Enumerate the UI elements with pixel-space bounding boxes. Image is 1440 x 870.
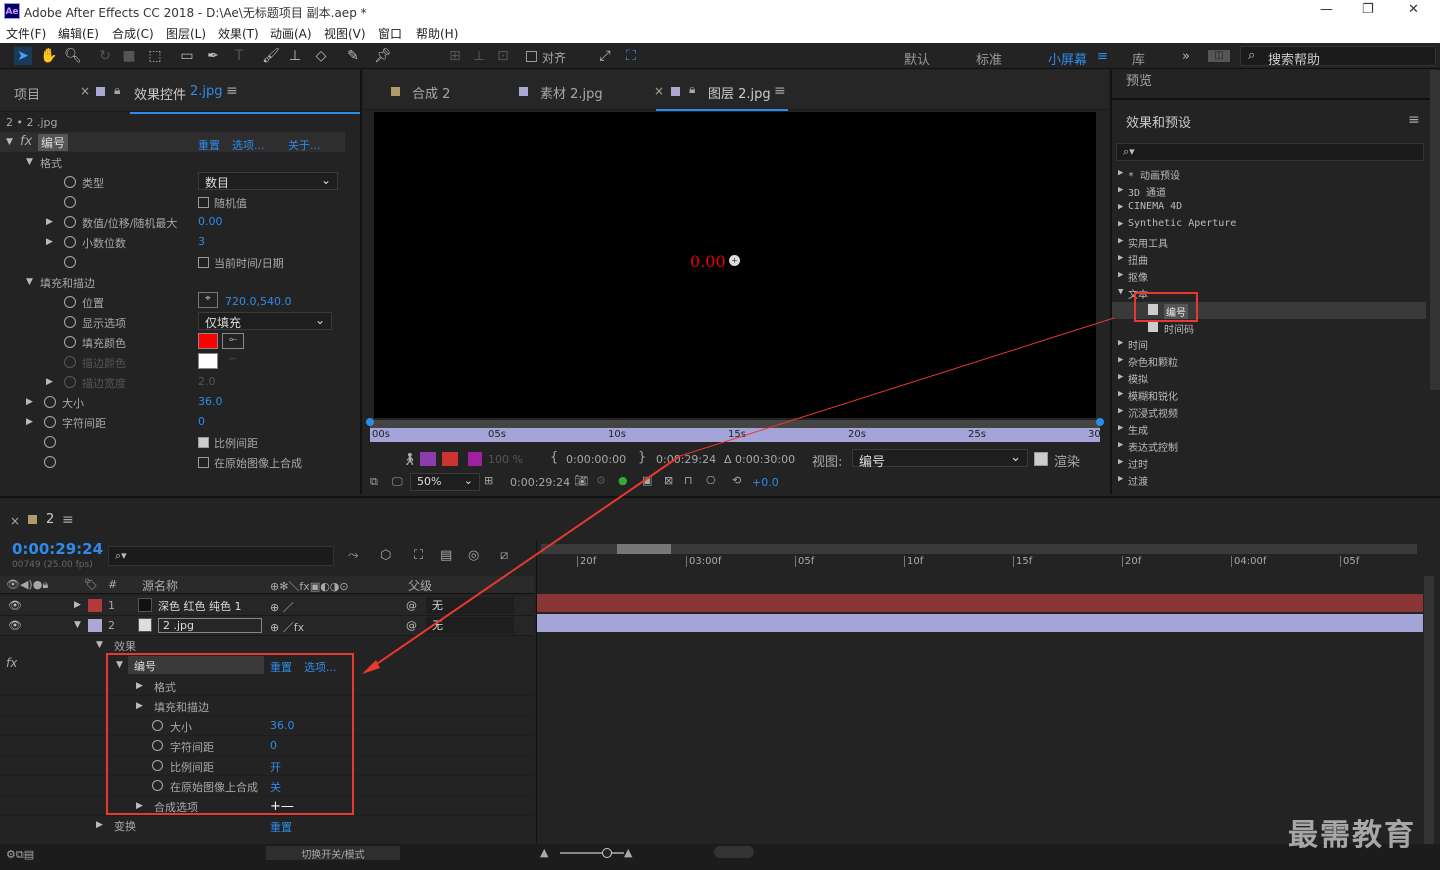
arrow-head-icon <box>362 660 380 674</box>
annotation-arrow <box>362 317 1115 674</box>
watermark: 最需教育 <box>1288 818 1416 853</box>
